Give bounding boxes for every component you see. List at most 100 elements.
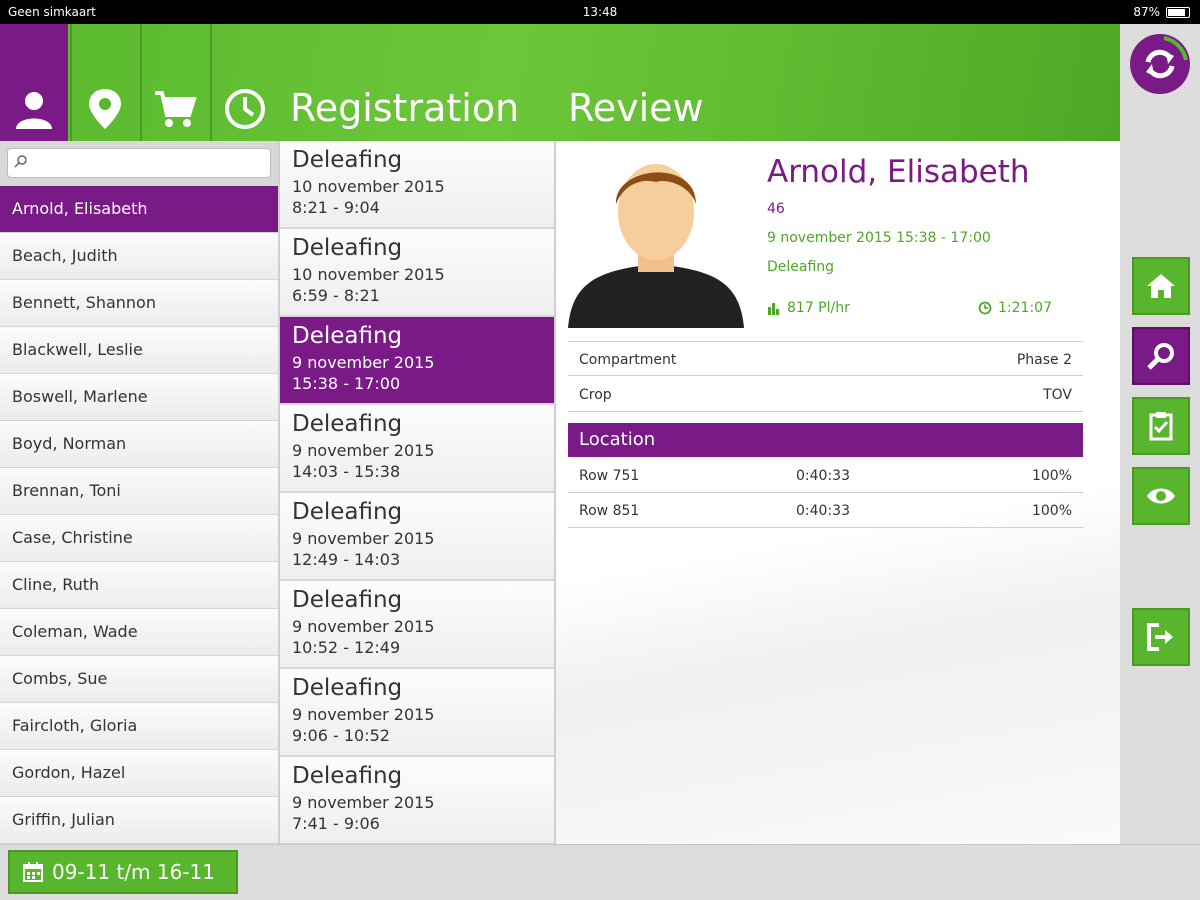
session-activity: Deleafing	[292, 147, 403, 173]
crop-row: Crop TOV	[568, 377, 1083, 412]
detail-name: Arnold, Elisabeth	[767, 154, 1030, 190]
session-date: 9 november 2015	[292, 529, 435, 548]
session-activity: Deleafing	[292, 675, 403, 701]
session-date: 10 november 2015	[292, 177, 445, 196]
session-date: 9 november 2015	[292, 441, 435, 460]
session-date: 9 november 2015	[292, 353, 435, 372]
person-list-item[interactable]: Bennett, Shannon	[0, 280, 278, 327]
session-time: 8:21 - 9:04	[292, 198, 380, 217]
home-icon	[1147, 274, 1175, 298]
person-list-item[interactable]: Faircloth, Gloria	[0, 703, 278, 750]
tab-registration[interactable]: Registration	[290, 86, 519, 130]
calendar-icon	[23, 862, 43, 882]
cart-icon	[155, 91, 197, 127]
person-list-item[interactable]: Brennan, Toni	[0, 468, 278, 515]
person-list-item[interactable]: Gordon, Hazel	[0, 750, 278, 797]
battery-icon	[1166, 6, 1190, 18]
location-row: Row 751 0:40:33 100%	[568, 458, 1083, 493]
location-row-name: Row 751	[579, 468, 640, 484]
timer-icon	[978, 301, 992, 315]
compartment-row: Compartment Phase 2	[568, 341, 1083, 376]
session-time: 12:49 - 14:03	[292, 550, 401, 569]
session-activity: Deleafing	[292, 763, 403, 789]
avatar	[568, 164, 744, 328]
app-header: Registration Review	[0, 24, 1120, 141]
tab-location[interactable]	[70, 24, 138, 141]
session-date: 10 november 2015	[292, 265, 445, 284]
session-activity: Deleafing	[292, 411, 403, 437]
person-list-item[interactable]: Cline, Ruth	[0, 562, 278, 609]
home-button[interactable]	[1132, 257, 1190, 315]
session-activity: Deleafing	[292, 587, 403, 613]
session-time: 9:06 - 10:52	[292, 726, 390, 745]
person-list-item[interactable]: Blackwell, Leslie	[0, 327, 278, 374]
session-time: 15:38 - 17:00	[292, 374, 401, 393]
crop-label: Crop	[579, 387, 612, 403]
location-row-percent: 100%	[1031, 468, 1072, 484]
person-list-item[interactable]: Boyd, Norman	[0, 421, 278, 468]
person-icon	[16, 92, 52, 129]
eye-icon	[1147, 488, 1175, 504]
session-date: 9 november 2015	[292, 617, 435, 636]
bar-chart-icon	[768, 303, 779, 315]
search-icon	[14, 155, 27, 168]
session-list-item[interactable]: Deleafing 9 november 2015 12:49 - 14:03	[280, 493, 554, 581]
session-list-item[interactable]: Deleafing 9 november 2015 10:52 - 12:49	[280, 581, 554, 669]
clock-icon	[225, 89, 265, 129]
session-activity: Deleafing	[292, 323, 403, 349]
logout-icon	[1147, 623, 1173, 651]
session-time: 14:03 - 15:38	[292, 462, 401, 481]
detail-activity: Deleafing	[767, 259, 835, 275]
crop-value: TOV	[1043, 387, 1072, 403]
detail-duration-value: 1:21:07	[998, 300, 1052, 316]
compartment-label: Compartment	[579, 352, 677, 368]
location-row-time: 0:40:33	[796, 468, 850, 484]
search-input[interactable]	[7, 148, 271, 178]
session-time: 6:59 - 8:21	[292, 286, 380, 305]
tab-cart[interactable]	[140, 24, 208, 141]
view-button[interactable]	[1132, 467, 1190, 525]
person-list: Arnold, Elisabeth Beach, Judith Bennett, S…	[0, 186, 278, 844]
person-list-item[interactable]: Griffin, Julian	[0, 797, 278, 844]
battery-percent: 87%	[1133, 5, 1160, 19]
session-date: 9 november 2015	[292, 705, 435, 724]
session-list-item[interactable]: Deleafing 9 november 2015 9:06 - 10:52	[280, 669, 554, 757]
detail-id: 46	[767, 201, 785, 217]
session-time: 7:41 - 9:06	[292, 814, 380, 833]
tab-clock[interactable]	[210, 24, 278, 141]
checklist-button[interactable]	[1132, 397, 1190, 455]
person-list-item[interactable]: Boswell, Marlene	[0, 374, 278, 421]
session-list-item[interactable]: Deleafing 9 november 2015 7:41 - 9:06	[280, 757, 554, 844]
session-list-item[interactable]: Deleafing 9 november 2015 15:38 - 17:00	[280, 317, 554, 405]
location-pin-icon	[89, 89, 121, 129]
person-list-item[interactable]: Beach, Judith	[0, 233, 278, 280]
search-bar	[0, 141, 278, 186]
person-list-item[interactable]: Combs, Sue	[0, 656, 278, 703]
person-list-item[interactable]: Case, Christine	[0, 515, 278, 562]
search-icon	[1147, 343, 1174, 370]
session-time: 10:52 - 12:49	[292, 638, 401, 657]
detail-datetime: 9 november 2015 15:38 - 17:00	[767, 230, 991, 246]
date-range-label: 09-11 t/m 16-11	[52, 860, 216, 884]
location-row-name: Row 851	[579, 503, 640, 519]
session-activity: Deleafing	[292, 235, 403, 261]
location-row-percent: 100%	[1031, 503, 1072, 519]
tab-review[interactable]: Review	[568, 86, 704, 130]
session-list-item[interactable]: Deleafing 9 november 2015 14:03 - 15:38	[280, 405, 554, 493]
detail-rate: 817 Pl/hr	[767, 300, 850, 316]
person-list-item[interactable]: Arnold, Elisabeth	[0, 186, 278, 233]
location-header: Location	[568, 423, 1083, 457]
person-list-item[interactable]: Coleman, Wade	[0, 609, 278, 656]
session-list-item[interactable]: Deleafing 10 november 2015 8:21 - 9:04	[280, 141, 554, 229]
logout-button[interactable]	[1132, 608, 1190, 666]
search-button[interactable]	[1132, 327, 1190, 385]
session-list: Deleafing 10 november 2015 8:21 - 9:04 Dele…	[278, 141, 556, 844]
detail-duration: 1:21:07	[978, 300, 1052, 316]
date-range-button[interactable]: 09-11 t/m 16-11	[8, 850, 238, 894]
session-list-item[interactable]: Deleafing 10 november 2015 6:59 - 8:21	[280, 229, 554, 317]
status-bar: Geen simkaart 13:48 87%	[0, 0, 1200, 24]
location-row: Row 851 0:40:33 100%	[568, 493, 1083, 528]
tab-person[interactable]	[0, 24, 68, 141]
clock-label: 13:48	[582, 5, 618, 19]
sync-logo-icon[interactable]	[1130, 34, 1190, 94]
